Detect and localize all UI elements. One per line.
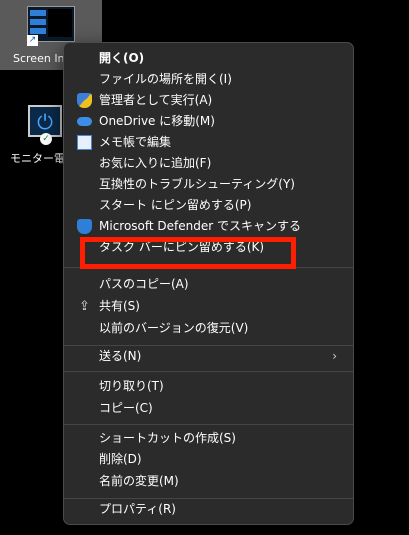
menu-item-copy-path[interactable]: パスのコピー(A) xyxy=(68,274,349,295)
notepad-icon xyxy=(77,135,92,150)
menu-item-cut[interactable]: 切り取り(T) xyxy=(68,376,349,397)
menu-item-move-to-onedrive[interactable]: OneDrive に移動(M) xyxy=(68,111,349,132)
uac-shield-icon xyxy=(77,93,92,108)
menu-item-run-as-admin[interactable]: 管理者として実行(A) xyxy=(68,90,349,111)
menu-item-copy[interactable]: コピー(C) xyxy=(68,398,349,419)
share-icon: ⇪ xyxy=(79,299,90,314)
menu-item-restore-previous-versions[interactable]: 以前のバージョンの復元(V) xyxy=(68,318,349,339)
chevron-right-icon: › xyxy=(332,349,337,363)
menu-item-send-to[interactable]: 送る(N) › xyxy=(68,346,349,367)
menu-item-defender-scan[interactable]: Microsoft Defender でスキャンする xyxy=(68,216,349,237)
sync-check-icon: ✓ xyxy=(40,133,52,145)
desktop-icon-label: Screen In xyxy=(13,52,65,65)
menu-separator xyxy=(64,424,353,425)
menu-item-create-shortcut[interactable]: ショートカットの作成(S) xyxy=(68,428,349,449)
annotation-highlight-box xyxy=(80,237,296,269)
menu-item-open[interactable]: 開く(O) xyxy=(68,48,349,69)
defender-shield-icon xyxy=(77,219,92,234)
menu-item-rename[interactable]: 名前の変更(M) xyxy=(68,471,349,492)
menu-separator xyxy=(64,371,353,372)
menu-item-compat-troubleshoot[interactable]: 互換性のトラブルシューティング(Y) xyxy=(68,174,349,195)
menu-item-delete[interactable]: 削除(D) xyxy=(68,449,349,470)
menu-item-pin-to-start[interactable]: スタート にピン留めする(P) xyxy=(68,195,349,216)
menu-item-open-file-location[interactable]: ファイルの場所を開く(I) xyxy=(68,69,349,90)
menu-item-add-favorites[interactable]: お気に入りに追加(F) xyxy=(68,153,349,174)
menu-item-edit-notepad[interactable]: メモ帳で編集 xyxy=(68,132,349,153)
shortcut-arrow-icon: ↗ xyxy=(27,35,38,46)
onedrive-cloud-icon xyxy=(77,117,92,126)
menu-item-properties[interactable]: プロパティ(R) xyxy=(68,499,349,520)
context-menu: 開く(O) ファイルの場所を開く(I) 管理者として実行(A) OneDrive… xyxy=(63,42,354,525)
menu-item-share[interactable]: ⇪ 共有(S) xyxy=(68,296,349,317)
